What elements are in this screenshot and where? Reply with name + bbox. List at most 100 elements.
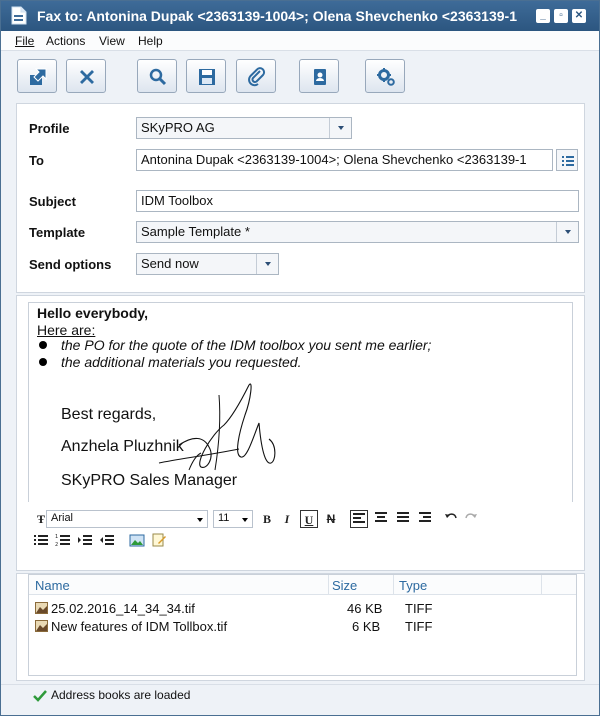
chevron-down-icon: [256, 254, 278, 274]
column-divider: [328, 575, 329, 595]
bold-button[interactable]: B: [258, 510, 276, 528]
attachment-name: 25.02.2016_14_34_34.tif: [51, 601, 195, 616]
main-toolbar: [1, 52, 599, 102]
bullet-item-2: the additional materials you requested.: [61, 354, 302, 370]
regards-text: Best regards,: [61, 406, 157, 423]
menu-bar: File Actions View Help: [1, 31, 599, 51]
bullet-list-icon: [34, 535, 48, 545]
maximize-button[interactable]: ▫: [554, 9, 568, 23]
numbered-list-button[interactable]: 12: [54, 533, 72, 551]
checkmark-icon: [33, 690, 47, 705]
title-bar[interactable]: Fax to: Antonina Dupak <2363139-1004>; O…: [1, 1, 599, 31]
image-icon: [129, 534, 145, 547]
svg-text:2: 2: [55, 542, 58, 547]
status-bar: Address books are loaded: [1, 684, 599, 715]
attachment-row[interactable]: New features of IDM Tollbox.tif 6 KB TIF…: [29, 618, 576, 636]
menu-actions[interactable]: Actions: [46, 34, 85, 48]
close-window-button[interactable]: ✕: [572, 9, 586, 23]
here-are-text: Here are:: [37, 322, 96, 338]
to-label: To: [29, 153, 44, 168]
attachment-type: TIFF: [405, 619, 433, 634]
redo-button[interactable]: [462, 510, 480, 528]
outdent-icon: [100, 535, 114, 545]
indent-icon: [78, 535, 92, 545]
column-header-name[interactable]: Name: [35, 578, 70, 593]
menu-view[interactable]: View: [99, 34, 125, 48]
edit-html-button[interactable]: [150, 533, 168, 551]
italic-button[interactable]: I: [278, 510, 296, 528]
undo-button[interactable]: [442, 510, 460, 528]
attachment-row[interactable]: 25.02.2016_14_34_34.tif 46 KB TIFF: [29, 600, 576, 618]
bullet-dot: [39, 358, 47, 366]
strikethrough-button[interactable]: N: [322, 510, 340, 528]
template-label: Template: [29, 225, 86, 240]
send-icon: [30, 68, 47, 85]
subject-input[interactable]: IDM Toolbox: [136, 190, 579, 212]
outdent-button[interactable]: [98, 533, 116, 551]
greeting-text: Hello everybody,: [37, 305, 149, 321]
message-editor-panel: Hello everybody, Here are: the PO for th…: [16, 295, 585, 571]
edit-note-icon: [152, 533, 166, 547]
menu-help[interactable]: Help: [138, 34, 163, 48]
attach-button[interactable]: [236, 59, 276, 93]
fax-window: Fax to: Antonina Dupak <2363139-1004>; O…: [0, 0, 600, 716]
delete-icon: [80, 70, 94, 84]
template-value: Sample Template *: [141, 224, 250, 239]
status-text: Address books are loaded: [51, 688, 191, 702]
message-body-editor[interactable]: Hello everybody, Here are: the PO for th…: [28, 302, 573, 502]
image-file-icon: [35, 620, 48, 632]
align-left-button[interactable]: [350, 510, 368, 528]
delete-button[interactable]: [66, 59, 106, 93]
send-button[interactable]: [17, 59, 57, 93]
font-size-select[interactable]: 11: [213, 510, 253, 528]
underline-button[interactable]: U: [300, 510, 318, 528]
column-divider: [541, 575, 542, 595]
image-file-icon: [35, 602, 48, 614]
chevron-down-icon: [556, 222, 578, 242]
address-book-button[interactable]: [299, 59, 339, 93]
profile-value: SKyPRO AG: [141, 120, 215, 135]
address-book-icon: [314, 69, 326, 85]
subject-value: IDM Toolbox: [141, 193, 214, 208]
to-field[interactable]: Antonina Dupak <2363139-1004>; Olena She…: [136, 149, 553, 171]
minimize-button[interactable]: _: [536, 9, 550, 23]
settings-button[interactable]: [365, 59, 405, 93]
column-header-type[interactable]: Type: [399, 578, 427, 593]
fax-form: Profile SKyPRO AG To Antonina Dupak <236…: [16, 103, 585, 293]
numbered-list-icon: 12: [55, 534, 70, 548]
bullet-item-1: the PO for the quote of the IDM toolbox …: [61, 337, 432, 353]
save-button[interactable]: [186, 59, 226, 93]
attachments-panel: Name Size Type 25.02.2016_14_34_34.tif 4…: [16, 573, 585, 681]
align-right-button[interactable]: [416, 510, 434, 528]
attachment-size: 46 KB: [347, 601, 383, 616]
profile-label: Profile: [29, 121, 70, 136]
menu-file[interactable]: File: [15, 34, 34, 48]
attachments-header: Name Size Type: [29, 575, 576, 595]
bullet-dot: [39, 341, 47, 349]
save-icon: [199, 69, 215, 85]
template-select[interactable]: Sample Template *: [136, 221, 579, 243]
send-options-select[interactable]: Send now: [136, 253, 279, 275]
bullet-list-button[interactable]: [32, 533, 50, 551]
attachment-name: New features of IDM Tollbox.tif: [51, 619, 228, 634]
to-value: Antonina Dupak <2363139-1004>; Olena She…: [141, 152, 527, 167]
column-header-size[interactable]: Size: [332, 578, 357, 593]
fax-document-icon: [11, 6, 27, 25]
font-size-value: 11: [218, 512, 230, 524]
insert-image-button[interactable]: [128, 533, 146, 551]
attachment-size: 6 KB: [352, 619, 381, 634]
search-button[interactable]: [137, 59, 177, 93]
redo-icon: [465, 513, 477, 519]
font-family-select[interactable]: Arial: [46, 510, 208, 528]
align-center-button[interactable]: [372, 510, 390, 528]
attach-icon: [248, 67, 266, 87]
address-book-lookup-button[interactable]: [556, 149, 578, 171]
window-title: Fax to: Antonina Dupak <2363139-1004>; O…: [37, 8, 517, 24]
align-justify-button[interactable]: [394, 510, 412, 528]
svg-text:1: 1: [55, 534, 58, 540]
profile-select[interactable]: SKyPRO AG: [136, 117, 352, 139]
handwritten-signature: [158, 383, 276, 471]
settings-icon: [377, 68, 395, 86]
indent-button[interactable]: [76, 533, 94, 551]
attachment-type: TIFF: [405, 601, 433, 616]
